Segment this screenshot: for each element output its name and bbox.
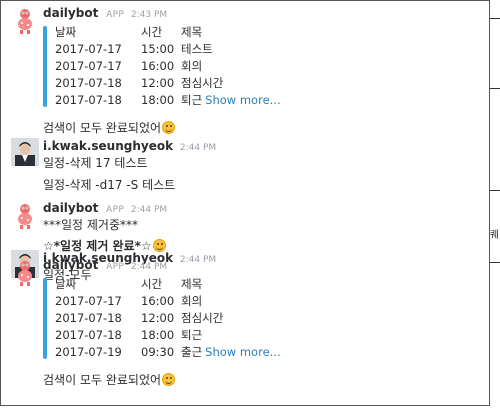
- chat-window: dailybot APP 2:43 PM 날짜 시간 제목 2017-07-17 15…: [0, 0, 490, 406]
- cell-date: 2017-07-17: [55, 294, 122, 308]
- table-header: 날짜 시간 제목: [55, 24, 471, 41]
- cell-date: 2017-07-18: [55, 311, 122, 325]
- timestamp[interactable]: 2:44 PM: [131, 205, 167, 215]
- sender-name[interactable]: i.kwak.seunghyeok: [43, 139, 173, 153]
- app-badge: APP: [106, 10, 125, 20]
- table-row: 2017-07-17 16:00 회의: [55, 58, 471, 75]
- schedule-attachment: 날짜 시간 제목 2017-07-17 16:00 회의 2017-07-18 12:00…: [43, 276, 471, 361]
- attachment-bar: [43, 278, 47, 359]
- table-row: 2017-07-18 18:00 퇴근 Show more...: [55, 92, 471, 109]
- cell-time: 16:00: [141, 294, 175, 308]
- table-row: 2017-07-19 09:30 출근 Show more...: [55, 344, 471, 361]
- show-more-link[interactable]: Show more...: [205, 93, 280, 107]
- cell-time: 12:00: [141, 311, 175, 325]
- cell-title: 회의: [181, 294, 203, 308]
- table-row: 2017-07-17 16:00 회의: [55, 293, 471, 310]
- app-badge: APP: [106, 205, 125, 215]
- attachment-bar: [43, 26, 47, 107]
- edge-tick: [490, 88, 500, 89]
- right-edge-strip: 퀘: [490, 0, 500, 410]
- cell-title: 테스트: [181, 42, 213, 56]
- cell-time: 16:00: [141, 59, 175, 73]
- edge-tick: [490, 190, 500, 191]
- edge-tick: [490, 262, 500, 263]
- table-row: 2017-07-18 18:00 퇴근: [55, 327, 471, 344]
- sender-name[interactable]: dailybot: [43, 258, 98, 272]
- cell-date: 2017-07-17: [55, 59, 122, 73]
- table-row: 2017-07-18 12:00 점심시간: [55, 75, 471, 92]
- cell-title: 퇴근: [181, 328, 203, 342]
- cell-date: 2017-07-19: [55, 345, 122, 359]
- cell-date: 2017-07-18: [55, 328, 122, 342]
- schedule-attachment: 날짜 시간 제목 2017-07-17 15:00 테스트 2017-07-17 16:0…: [43, 24, 471, 109]
- smile-emoji-icon: [162, 373, 176, 386]
- message-text-content: 검색이 모두 완료되었어: [43, 121, 162, 135]
- header-date: 날짜: [55, 25, 77, 39]
- message-text: 검색이 모두 완료되었어: [43, 371, 471, 389]
- table-row: 2017-07-18 12:00 점심시간: [55, 310, 471, 327]
- sender-name[interactable]: dailybot: [43, 201, 98, 215]
- dailybot-avatar-icon[interactable]: [11, 259, 39, 287]
- cell-time: 18:00: [141, 328, 175, 342]
- cell-title: 점심시간: [181, 76, 224, 90]
- header-time: 시간: [141, 277, 163, 291]
- message-text: 일정-삭제 17 테스트: [43, 156, 148, 170]
- show-more-link[interactable]: Show more...: [205, 345, 280, 359]
- cell-time: 15:00: [141, 42, 175, 56]
- cell-date: 2017-07-17: [55, 42, 122, 56]
- dailybot-avatar-icon[interactable]: [11, 202, 39, 230]
- table-header: 날짜 시간 제목: [55, 276, 471, 293]
- cell-date: 2017-07-18: [55, 76, 122, 90]
- smile-emoji-icon: [162, 121, 176, 134]
- app-badge: APP: [106, 262, 125, 272]
- cell-title: 점심시간: [181, 311, 224, 325]
- cell-time: 12:00: [141, 76, 175, 90]
- timestamp[interactable]: 2:44 PM: [131, 262, 167, 272]
- cell-title: 회의: [181, 59, 203, 73]
- timestamp[interactable]: 2:43 PM: [131, 10, 167, 20]
- message-text-content: 검색이 모두 완료되었어: [43, 373, 162, 387]
- edge-tick: [490, 18, 500, 19]
- cell-title: 출근: [181, 345, 203, 359]
- header-title: 제목: [181, 277, 203, 291]
- timestamp[interactable]: 2:44 PM: [180, 143, 216, 153]
- header-title: 제목: [181, 25, 203, 39]
- user-avatar-icon[interactable]: [11, 138, 39, 166]
- cell-time: 18:00: [141, 93, 175, 107]
- edge-glyph: 퀘: [489, 230, 499, 241]
- cell-title: 퇴근: [181, 93, 203, 107]
- cell-date: 2017-07-18: [55, 93, 122, 107]
- message-text: 일정-삭제 -d17 -S 테스트: [43, 178, 176, 192]
- message-text: 검색이 모두 완료되었어: [43, 119, 471, 137]
- dailybot-avatar-icon[interactable]: [11, 7, 39, 35]
- table-row: 2017-07-17 15:00 테스트: [55, 41, 471, 58]
- sender-name[interactable]: dailybot: [43, 6, 98, 20]
- header-time: 시간: [141, 25, 163, 39]
- header-date: 날짜: [55, 277, 77, 291]
- cell-time: 09:30: [141, 345, 175, 359]
- message-text: ***일정 제거중***: [43, 218, 139, 232]
